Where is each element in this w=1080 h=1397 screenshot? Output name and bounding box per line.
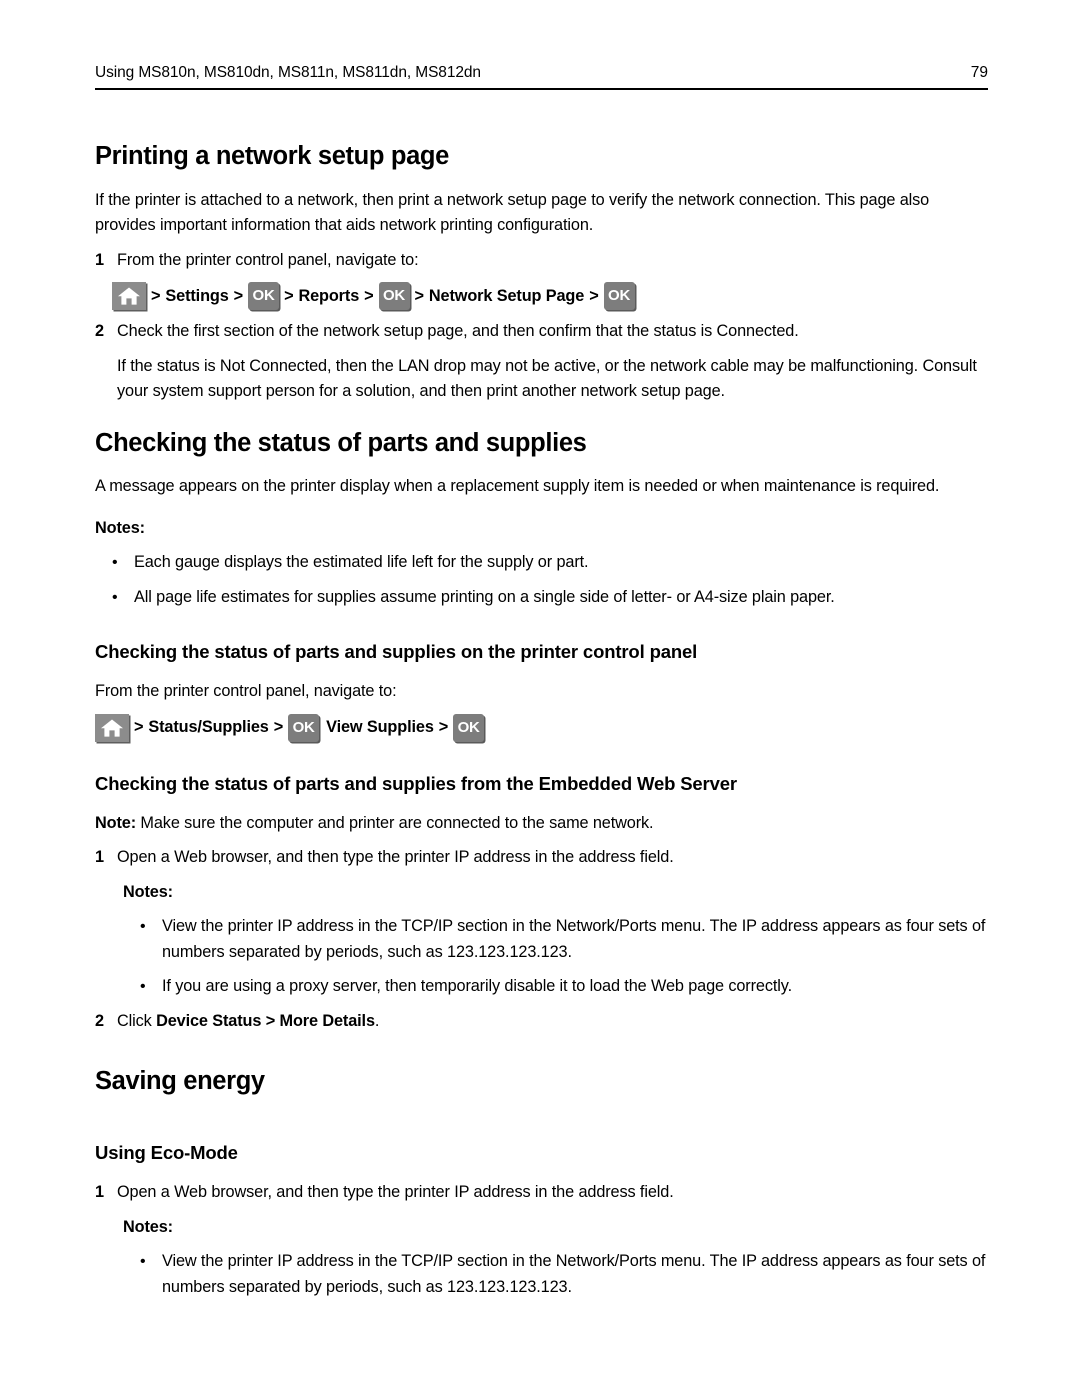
path-separator: > <box>438 718 449 737</box>
note-text: Make sure the computer and printer are c… <box>140 813 654 832</box>
path-separator: > <box>284 286 294 305</box>
path-separator: > <box>273 718 284 737</box>
heading-checking-status-embedded-web-server: Checking the status of parts and supplie… <box>95 772 737 794</box>
list-item: 1 Open a Web browser, and then type the … <box>95 845 990 871</box>
list-text: Open a Web browser, and then type the pr… <box>117 1183 674 1202</box>
page-number: 79 <box>970 64 988 81</box>
navigation-path-status-supplies: > Status/Supplies > OK View Supplies > O… <box>95 713 990 742</box>
path-separator: > <box>134 718 144 737</box>
list-item: 1 Open a Web browser, and then type the … <box>95 1180 990 1206</box>
ok-button[interactable]: OK <box>248 282 280 311</box>
path-separator: > <box>414 286 425 305</box>
paragraph-note-embedded-web-server: Note: Make sure the computer and printer… <box>95 811 990 837</box>
home-icon[interactable] <box>95 713 129 742</box>
step2-prefix: Click <box>117 1011 157 1030</box>
paragraph-intro-network-setup: If the printer is attached to a network,… <box>95 190 930 235</box>
notes-label: Notes: <box>123 1217 173 1236</box>
home-glyph <box>101 719 123 737</box>
header-title: Using MS810n, MS810dn, MS811n, MS811dn, … <box>95 64 481 81</box>
list-item: • All page life estimates for supplies a… <box>112 585 990 611</box>
heading-checking-status-control-panel: Checking the status of parts and supplie… <box>95 641 698 663</box>
list-text: All page life estimates for supplies ass… <box>134 587 835 606</box>
home-icon[interactable] <box>112 282 146 311</box>
bullet-icon: • <box>112 588 118 606</box>
ok-button[interactable]: OK <box>603 282 635 311</box>
list-text: Open a Web browser, and then type the pr… <box>117 848 674 867</box>
path-label-network-setup-page: Network Setup Page <box>428 286 585 305</box>
list-item: • View the printer IP address in the TCP… <box>140 914 990 965</box>
ok-button[interactable]: OK <box>288 713 320 742</box>
navigation-path-network-setup: > Settings > OK > Reports > OK > Network… <box>112 282 990 311</box>
ok-button[interactable]: OK <box>453 713 485 742</box>
list-text: If you are using a proxy server, then te… <box>162 977 792 996</box>
list-item: • View the printer IP address in the TCP… <box>140 1249 990 1300</box>
notes-label: Notes: <box>95 518 145 537</box>
path-label-settings: Settings <box>165 286 229 305</box>
running-header: Using MS810n, MS810dn, MS811n, MS811dn, … <box>95 64 988 90</box>
note-label: Note: <box>95 813 137 832</box>
list-number: 2 <box>95 1011 104 1030</box>
page-content: Printing a network setup page If the pri… <box>95 118 990 1300</box>
list-text: View the printer IP address in the TCP/I… <box>162 917 986 961</box>
list-number: 1 <box>95 250 104 269</box>
heading-checking-status-parts-supplies: Checking the status of parts and supplie… <box>95 428 587 457</box>
list-text: From the printer control panel, navigate… <box>117 250 419 269</box>
step2-suffix: . <box>374 1011 380 1030</box>
home-glyph <box>118 287 140 305</box>
list-text: Each gauge displays the estimated life l… <box>134 553 589 572</box>
document-page: Using MS810n, MS810dn, MS811n, MS811dn, … <box>0 0 1080 1397</box>
list-number: 1 <box>95 1183 104 1202</box>
path-separator: > <box>261 1011 280 1030</box>
list-item: • If you are using a proxy server, then … <box>140 974 990 1000</box>
list-number: 2 <box>95 322 104 341</box>
path-label-status-supplies: Status/Supplies <box>148 718 269 737</box>
more-details-label: More Details <box>279 1011 375 1030</box>
list-item: 2 Check the first section of the network… <box>95 319 990 345</box>
notes-label: Notes: <box>123 882 173 901</box>
path-separator: > <box>364 286 374 305</box>
path-separator: > <box>151 286 161 305</box>
bullet-icon: • <box>112 554 118 572</box>
list-text: Check the first section of the network s… <box>117 322 799 341</box>
ok-button[interactable]: OK <box>378 282 410 311</box>
bullet-icon: • <box>140 1253 146 1271</box>
path-label-reports: Reports <box>298 286 360 305</box>
list-item: • Each gauge displays the estimated life… <box>112 550 990 576</box>
heading-saving-energy: Saving energy <box>95 1067 265 1096</box>
paragraph-intro-control-panel: From the printer control panel, navigate… <box>95 682 397 701</box>
list-number: 1 <box>95 848 104 867</box>
bullet-icon: • <box>140 978 146 996</box>
paragraph-intro-checking-status: A message appears on the printer display… <box>95 477 940 496</box>
list-item: 2 Click Device Status > More Details. <box>95 1009 990 1035</box>
paragraph-step2-continuation: If the status is Not Connected, then the… <box>117 356 977 401</box>
path-label-view-supplies: View Supplies <box>326 718 434 737</box>
heading-using-eco-mode: Using Eco-Mode <box>95 1142 238 1164</box>
heading-printing-network-setup-page: Printing a network setup page <box>95 142 449 170</box>
device-status-label: Device Status <box>156 1011 262 1030</box>
list-item: 1 From the printer control panel, naviga… <box>95 248 990 274</box>
list-text: Click Device Status > More Details. <box>117 1009 990 1035</box>
path-separator: > <box>233 286 244 305</box>
list-text: View the printer IP address in the TCP/I… <box>162 1252 986 1296</box>
path-separator: > <box>589 286 599 305</box>
bullet-icon: • <box>140 918 146 936</box>
